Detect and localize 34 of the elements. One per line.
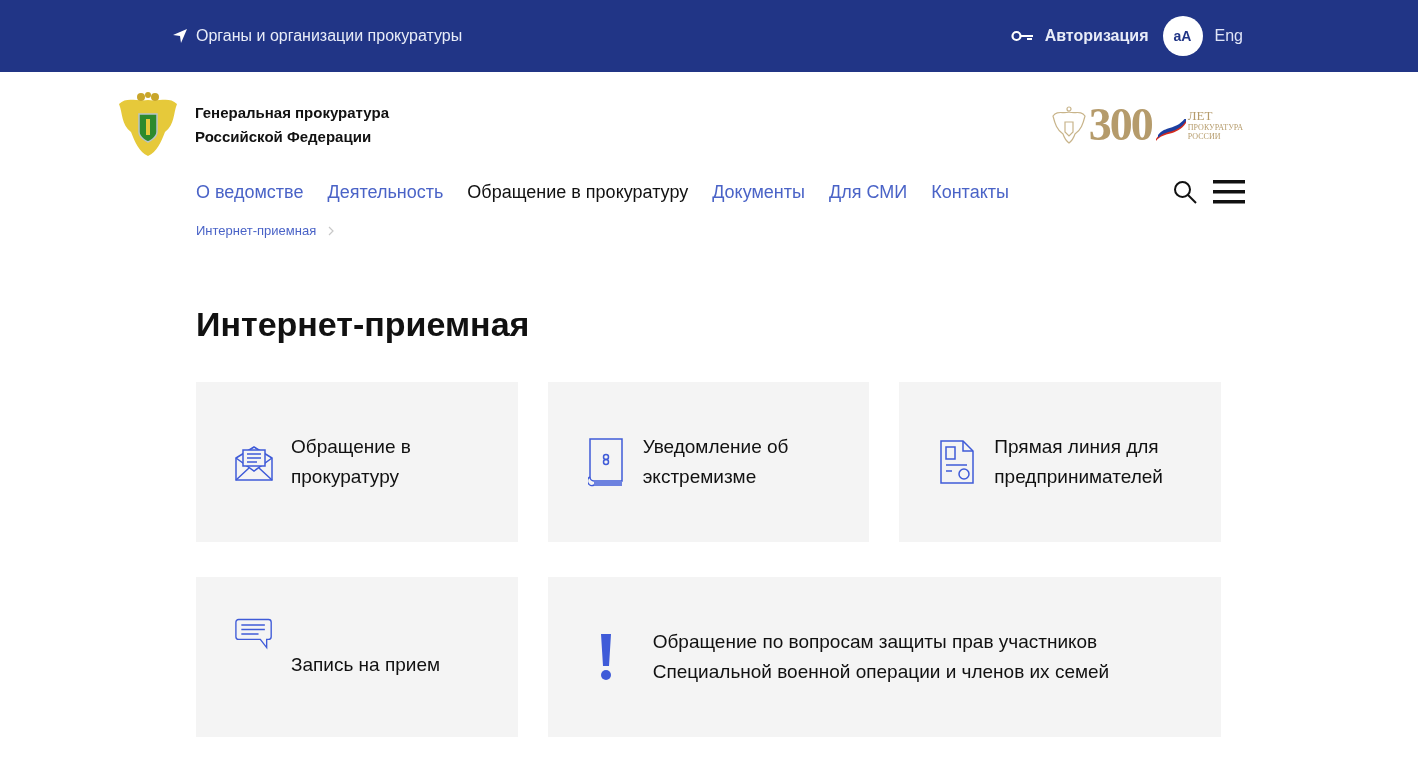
nav-link[interactable]: О ведомстве — [196, 181, 304, 203]
service-card[interactable]: Обращение по вопросам защиты прав участников Специальной военной операции и членов их семей — [547, 577, 1221, 737]
anniversary-caption: РОССИИ — [1187, 132, 1222, 141]
envelope-icon — [235, 443, 273, 481]
chevron-right-icon — [328, 225, 335, 236]
nav-link[interactable]: Для СМИ — [829, 181, 908, 203]
anniversary-number: 300 — [1088, 102, 1152, 148]
service-card[interactable]: Запись на прием — [196, 577, 518, 737]
chat-icon — [235, 617, 273, 651]
location-arrow-icon — [173, 29, 187, 43]
font-size-button[interactable]: аА — [1162, 16, 1203, 56]
nav-link[interactable]: Документы — [712, 181, 805, 203]
book-icon — [587, 437, 624, 487]
organization-name: Генеральная прокуратура Российской Федерации — [195, 103, 389, 147]
service-card[interactable]: Прямая линия для предпринимателей — [899, 382, 1221, 542]
search-icon[interactable] — [1173, 180, 1197, 204]
service-card[interactable]: Обращение в прокуратуру — [196, 382, 518, 542]
flag-ribbon-icon — [1155, 119, 1186, 141]
menu-icon[interactable] — [1213, 180, 1245, 204]
language-link[interactable]: Eng — [1214, 27, 1243, 45]
service-card[interactable]: Уведомление об экстремизме — [547, 382, 870, 542]
breadcrumb-link[interactable]: Интернет-приемная — [196, 223, 317, 238]
exclamation-icon — [598, 634, 613, 680]
nav-link[interactable]: Обращение в прокуратуру — [467, 181, 689, 203]
document-icon — [939, 439, 976, 485]
nav-link[interactable]: Контакты — [931, 181, 1009, 203]
anniversary-caption: ПРОКУРАТУРА — [1187, 123, 1243, 132]
organs-link[interactable]: Органы и организации прокуратуры — [173, 27, 463, 45]
nav-link[interactable]: Деятельность — [327, 181, 444, 203]
login-link[interactable]: Авторизация — [1010, 27, 1149, 45]
coat-of-arms-drawing — [117, 92, 179, 158]
page-title: Интернет-приемная — [196, 304, 531, 344]
key-icon — [1010, 30, 1033, 42]
anniversary-word: ЛЕТ — [1187, 109, 1214, 123]
